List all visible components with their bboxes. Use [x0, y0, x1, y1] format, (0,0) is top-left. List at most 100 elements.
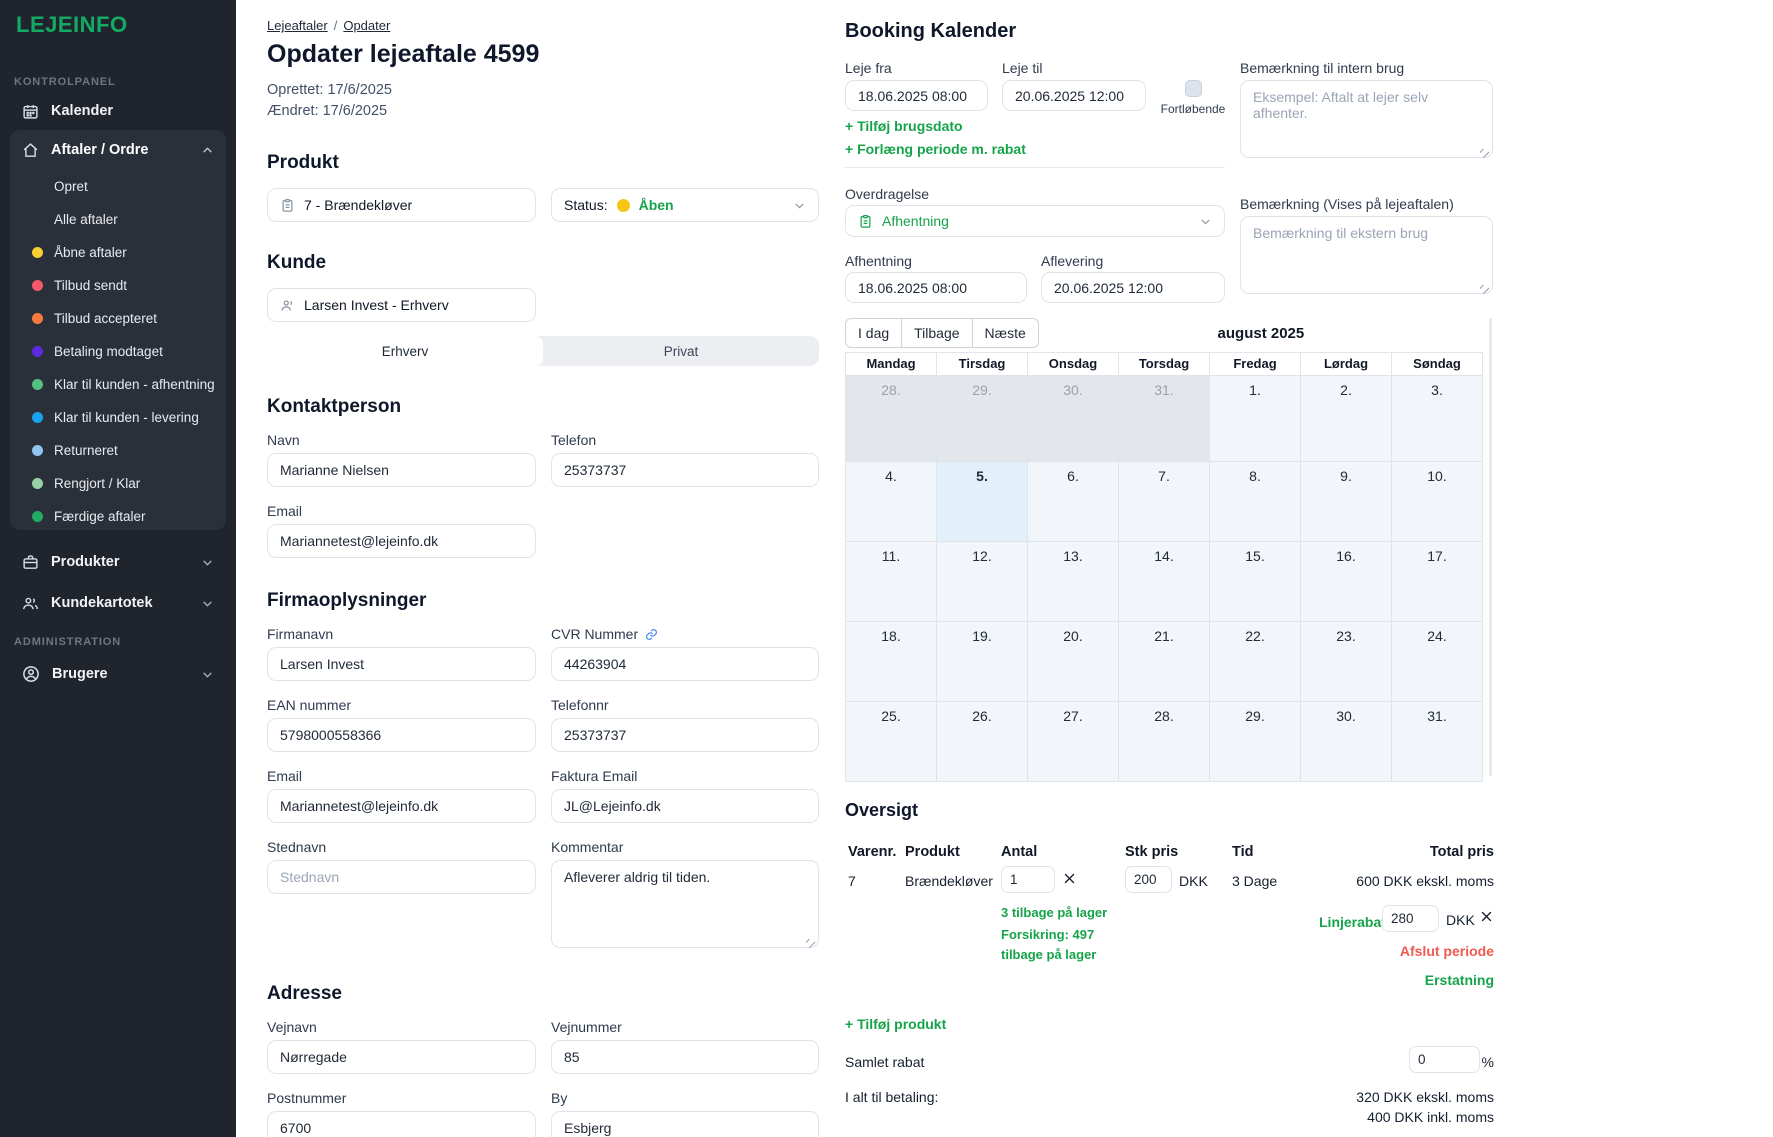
calendar-day-cell[interactable]: 6. — [1028, 461, 1119, 541]
total-discount-input[interactable] — [1409, 1046, 1480, 1073]
pickup-input[interactable] — [845, 272, 1027, 303]
sidebar-subitem[interactable]: Tilbud accepteret — [10, 302, 226, 335]
name-input[interactable] — [267, 453, 536, 487]
calendar-day-cell[interactable]: 21. — [1119, 621, 1210, 701]
qty-input[interactable] — [1001, 866, 1055, 893]
calendar-day-cell[interactable]: 26. — [937, 701, 1028, 781]
placename-input[interactable] — [267, 860, 536, 894]
sidebar-item-produkter[interactable]: Produkter — [10, 544, 226, 580]
product-select[interactable]: 7 - Brændekløver — [267, 188, 536, 222]
delivery-input[interactable] — [1041, 272, 1225, 303]
calendar-day-cell[interactable]: 2. — [1301, 375, 1392, 461]
internal-note-textarea[interactable] — [1240, 80, 1493, 158]
continuous-checkbox[interactable] — [1185, 80, 1202, 97]
calendar-day-cell[interactable]: 4. — [846, 461, 937, 541]
today-button[interactable]: I dag — [845, 318, 902, 348]
street-number-input[interactable] — [551, 1040, 819, 1074]
calendar-day-cell[interactable]: 23. — [1301, 621, 1392, 701]
calendar-day-cell[interactable]: 13. — [1028, 541, 1119, 621]
calendar-day-cell[interactable]: 22. — [1210, 621, 1301, 701]
calendar-day-cell[interactable]: 20. — [1028, 621, 1119, 701]
sidebar-subitem[interactable]: Klar til kunden - afhentning — [10, 368, 226, 401]
sidebar-subitem[interactable]: Returneret — [10, 434, 226, 467]
phone-input[interactable] — [551, 453, 819, 487]
external-note-textarea[interactable] — [1240, 216, 1493, 294]
calendar-day-cell[interactable]: 18. — [846, 621, 937, 701]
calendar-day-cell[interactable]: 15. — [1210, 541, 1301, 621]
breadcrumb-link-lejeaftaler[interactable]: Lejeaftaler — [267, 18, 328, 33]
status-select[interactable]: Status: Åben — [551, 188, 819, 222]
sidebar-subitem[interactable]: Åbne aftaler — [10, 236, 226, 269]
sidebar-subitem[interactable]: Færdige aftaler — [10, 500, 226, 533]
link-icon[interactable] — [645, 628, 658, 641]
calendar-day-cell[interactable]: 10. — [1392, 461, 1482, 541]
calendar-day-cell[interactable]: 11. — [846, 541, 937, 621]
calendar-day-cell[interactable]: 19. — [937, 621, 1028, 701]
add-product-link[interactable]: + Tilføj produkt — [845, 1016, 946, 1032]
breadcrumb-link-opdater[interactable]: Opdater — [343, 18, 390, 33]
calendar-day-cell[interactable]: 30. — [1301, 701, 1392, 781]
calendar-day-cell[interactable]: 8. — [1210, 461, 1301, 541]
sidebar-item-label: Brugere — [52, 666, 108, 682]
company-email-input[interactable] — [267, 789, 536, 823]
remove-discount-button[interactable] — [1479, 909, 1494, 924]
calendar-scrollbar[interactable] — [1489, 318, 1492, 776]
app-logo[interactable]: LEJEINFO — [16, 12, 128, 38]
rent-from-input[interactable] — [845, 80, 988, 111]
back-button[interactable]: Tilbage — [901, 318, 972, 348]
toggle-erhverv[interactable]: Erhverv — [267, 336, 543, 366]
sidebar-item-aftaler-ordre[interactable]: Aftaler / Ordre — [10, 130, 226, 170]
street-input[interactable] — [267, 1040, 536, 1074]
add-usage-date-link[interactable]: + Tilføj brugsdato — [845, 118, 963, 134]
sidebar-subitem[interactable]: Klar til kunden - levering — [10, 401, 226, 434]
calendar-day-cell[interactable]: 31. — [1119, 375, 1210, 461]
sidebar-subitem[interactable]: Rengjort / Klar — [10, 467, 226, 500]
calendar-day-cell[interactable]: 5. — [937, 461, 1028, 541]
cvr-input[interactable] — [551, 647, 819, 681]
next-button[interactable]: Næste — [972, 318, 1039, 348]
calendar-day-cell[interactable]: 29. — [1210, 701, 1301, 781]
sidebar-item-brugere[interactable]: Brugere — [10, 656, 226, 692]
line-discount-input[interactable] — [1382, 905, 1439, 932]
calendar-day-cell[interactable]: 3. — [1392, 375, 1482, 461]
remove-product-button[interactable] — [1062, 871, 1077, 886]
ean-input[interactable] — [267, 718, 536, 752]
calendar-day-cell[interactable]: 30. — [1028, 375, 1119, 461]
sidebar-subitem[interactable]: Betaling modtaget — [10, 335, 226, 368]
calendar-day-cell[interactable]: 16. — [1301, 541, 1392, 621]
calendar-day-cell[interactable]: 24. — [1392, 621, 1482, 701]
end-period-link[interactable]: Afslut periode — [1400, 943, 1494, 959]
city-input[interactable] — [551, 1111, 819, 1137]
calendar-day-cell[interactable]: 9. — [1301, 461, 1392, 541]
calendar-day-cell[interactable]: 1. — [1210, 375, 1301, 461]
calendar-day-cell[interactable]: 27. — [1028, 701, 1119, 781]
toggle-privat[interactable]: Privat — [543, 336, 819, 366]
chevron-down-icon — [793, 199, 806, 212]
firm-name-input[interactable] — [267, 647, 536, 681]
customer-select[interactable]: Larsen Invest - Erhverv — [267, 288, 536, 322]
calendar-day-cell[interactable]: 17. — [1392, 541, 1482, 621]
sidebar-subitem[interactable]: Alle aftaler — [10, 203, 226, 236]
replacement-link[interactable]: Erstatning — [1425, 972, 1494, 988]
calendar-day-cell[interactable]: 29. — [937, 375, 1028, 461]
sidebar-subitem[interactable]: Opret — [10, 170, 226, 203]
calendar-day-cell[interactable]: 14. — [1119, 541, 1210, 621]
comment-textarea[interactable]: Afleverer aldrig til tiden. — [551, 860, 819, 948]
calendar-day-cell[interactable]: 28. — [1119, 701, 1210, 781]
email-input[interactable] — [267, 524, 536, 558]
extend-period-link[interactable]: + Forlæng periode m. rabat — [845, 141, 1026, 157]
unit-price-input[interactable] — [1125, 866, 1172, 893]
rent-to-input[interactable] — [1002, 80, 1146, 111]
calendar-day-cell[interactable]: 25. — [846, 701, 937, 781]
calendar-day-cell[interactable]: 12. — [937, 541, 1028, 621]
handover-select[interactable]: Afhentning — [845, 205, 1225, 237]
sidebar-subitem[interactable]: Tilbud sendt — [10, 269, 226, 302]
sidebar-item-kalender[interactable]: Kalender — [10, 93, 226, 129]
zip-input[interactable] — [267, 1111, 536, 1137]
invoice-email-input[interactable] — [551, 789, 819, 823]
calendar-day-cell[interactable]: 28. — [846, 375, 937, 461]
calendar-day-cell[interactable]: 7. — [1119, 461, 1210, 541]
sidebar-item-kundekartotek[interactable]: Kundekartotek — [10, 585, 226, 621]
calendar-day-cell[interactable]: 31. — [1392, 701, 1482, 781]
company-phone-input[interactable] — [551, 718, 819, 752]
